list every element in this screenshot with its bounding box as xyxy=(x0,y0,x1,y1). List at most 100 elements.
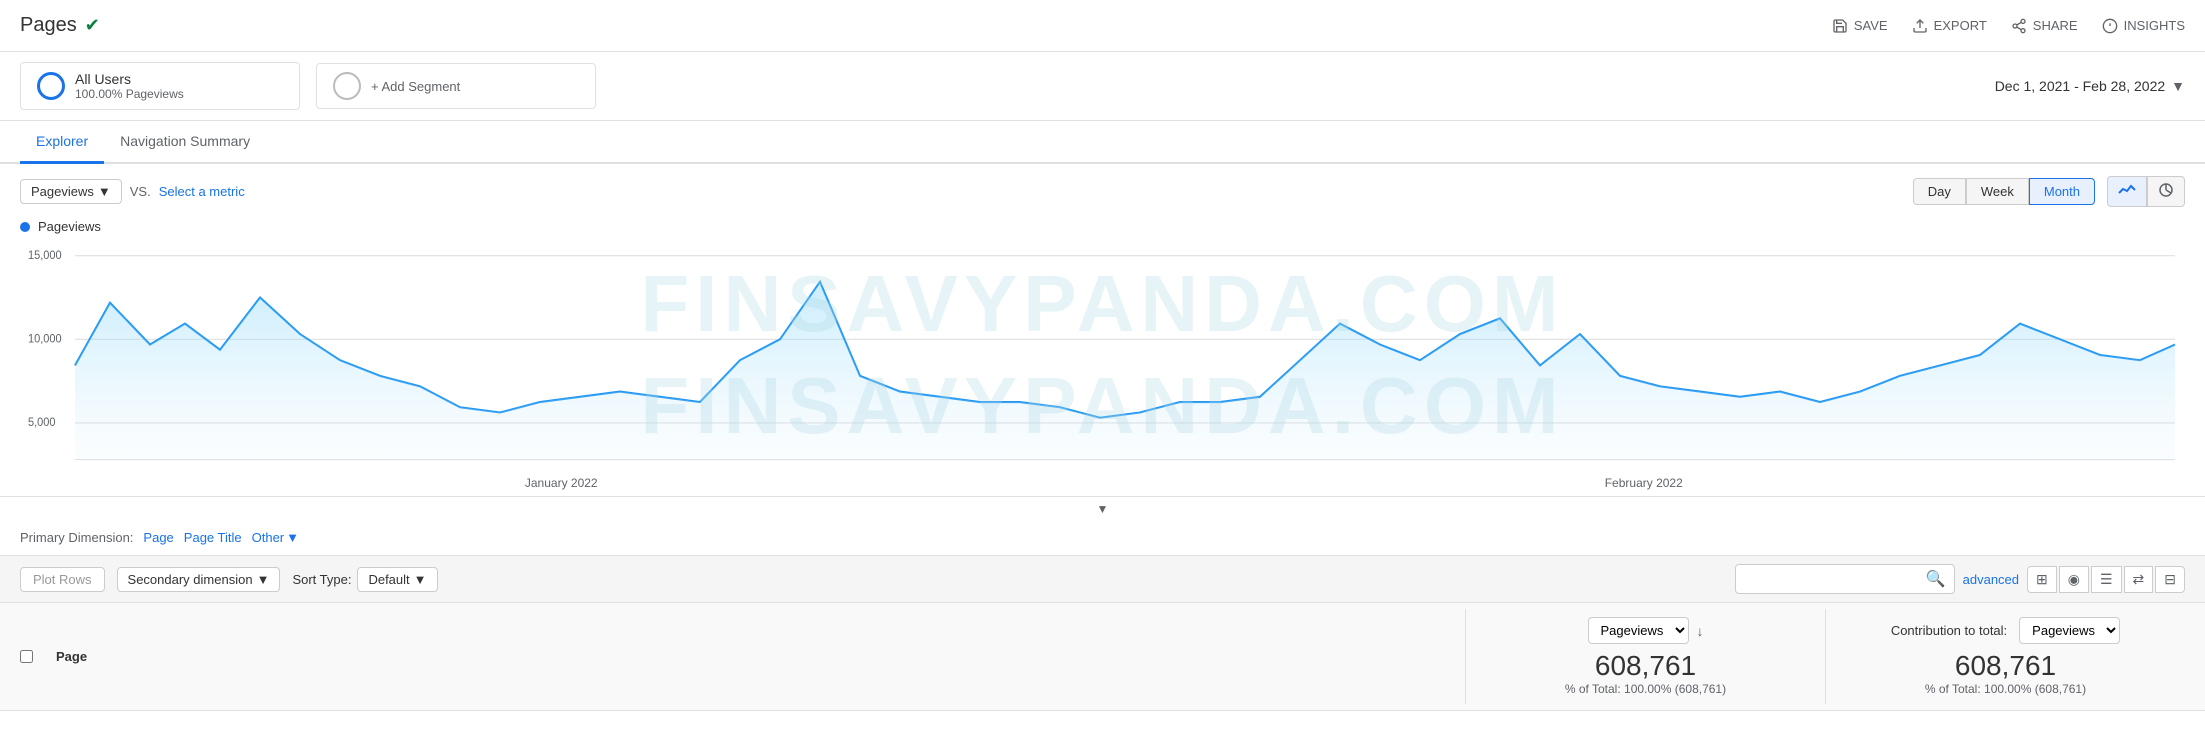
pageviews-total-sub: % of Total: 100.00% (608,761) xyxy=(1482,682,1809,696)
top-bar-left: Pages ✔ xyxy=(20,14,100,37)
all-users-segment[interactable]: All Users 100.00% Pageviews xyxy=(20,62,300,110)
pageviews-total-big: 608,761 xyxy=(1482,650,1809,682)
pageviews-sort-arrow-icon[interactable]: ↓ xyxy=(1697,623,1704,639)
list-view-button[interactable]: ☰ xyxy=(2091,566,2122,593)
tab-explorer-label: Explorer xyxy=(36,133,88,149)
line-chart-icon xyxy=(2118,183,2136,197)
line-chart-button[interactable] xyxy=(2107,176,2147,207)
pageviews-total: 608,761 % of Total: 100.00% (608,761) xyxy=(1482,650,1809,696)
chart-series-label: Pageviews xyxy=(0,219,2205,240)
series-dot-icon xyxy=(20,222,30,232)
segment-bar-left: All Users 100.00% Pageviews + Add Segmen… xyxy=(20,62,596,110)
primary-dimension-bar: Primary Dimension: Page Page Title Other… xyxy=(0,520,2205,556)
table-controls-left: Plot Rows Secondary dimension ▼ Sort Typ… xyxy=(20,567,438,592)
search-input[interactable] xyxy=(1744,572,1926,587)
contribution-label: Contribution to total: xyxy=(1891,623,2007,638)
segment-bar: All Users 100.00% Pageviews + Add Segmen… xyxy=(0,52,2205,121)
tab-navigation-summary-label: Navigation Summary xyxy=(120,133,250,149)
date-range-arrow-icon: ▼ xyxy=(2171,78,2185,94)
chart-dates: January 2022 February 2022 xyxy=(0,470,2205,497)
segment-info: All Users 100.00% Pageviews xyxy=(75,71,184,101)
month-button[interactable]: Month xyxy=(2029,178,2095,205)
sort-default-dropdown[interactable]: Default ▼ xyxy=(357,567,437,592)
sort-dropdown-arrow-icon: ▼ xyxy=(414,572,427,587)
top-bar-right: SAVE EXPORT SHARE INSIGHTS xyxy=(1832,18,2185,34)
dim-other-link[interactable]: Other ▼ xyxy=(252,530,299,545)
add-segment-button[interactable]: + Add Segment xyxy=(316,63,596,109)
svg-text:5,000: 5,000 xyxy=(28,417,56,429)
add-segment-label: + Add Segment xyxy=(371,79,460,94)
compare-view-button[interactable]: ⇄ xyxy=(2124,566,2154,593)
date-label-feb: February 2022 xyxy=(1103,476,2186,490)
col-header-contribution: Contribution to total: Pageviews 608,761… xyxy=(1825,609,2185,704)
contribution-total-sub: % of Total: 100.00% (608,761) xyxy=(1842,682,2169,696)
search-box[interactable]: 🔍 xyxy=(1735,564,1955,594)
save-button[interactable]: SAVE xyxy=(1832,18,1888,34)
sort-default-label: Default xyxy=(368,572,409,587)
col-header-page: Page xyxy=(56,609,1465,704)
primary-dimension-label: Primary Dimension: xyxy=(20,530,133,545)
table-controls: Plot Rows Secondary dimension ▼ Sort Typ… xyxy=(0,556,2205,603)
time-buttons: Day Week Month xyxy=(1913,178,2095,205)
secondary-dim-arrow-icon: ▼ xyxy=(257,572,270,587)
pie-chart-button[interactable] xyxy=(2147,176,2185,207)
insights-icon xyxy=(2102,18,2118,34)
metric-dropdown-arrow-icon: ▼ xyxy=(98,184,111,199)
search-icon[interactable]: 🔍 xyxy=(1926,569,1946,589)
tab-navigation-summary[interactable]: Navigation Summary xyxy=(104,121,266,164)
top-bar: Pages ✔ SAVE EXPORT SHARE INSIGHTS xyxy=(0,0,2205,52)
secondary-dimension-dropdown[interactable]: Secondary dimension ▼ xyxy=(117,567,281,592)
chart-area: 15,000 10,000 5,000 FINSAVYPANDA.COM FIN… xyxy=(0,240,2205,470)
verified-icon: ✔ xyxy=(85,15,100,36)
segment-sublabel: 100.00% Pageviews xyxy=(75,87,184,101)
week-button[interactable]: Week xyxy=(1966,178,2029,205)
metric-dropdown[interactable]: Pageviews ▼ xyxy=(20,179,122,204)
select-all-checkbox[interactable] xyxy=(20,650,33,663)
metric-dropdown-label: Pageviews xyxy=(31,184,94,199)
date-label-jan: January 2022 xyxy=(20,476,1103,490)
grid-view-button[interactable]: ⊞ xyxy=(2027,566,2057,593)
sort-type-label: Sort Type: xyxy=(292,572,351,587)
plot-rows-button: Plot Rows xyxy=(20,567,105,592)
contribution-total-big: 608,761 xyxy=(1842,650,2169,682)
table-header-check xyxy=(20,609,56,704)
export-label: EXPORT xyxy=(1934,18,1987,33)
tab-explorer[interactable]: Explorer xyxy=(20,121,104,164)
share-label: SHARE xyxy=(2033,18,2078,33)
chart-controls-right: Day Week Month xyxy=(1913,176,2185,207)
dim-other-arrow-icon: ▼ xyxy=(286,530,299,545)
pivot-view-button[interactable]: ⊟ xyxy=(2155,566,2185,593)
contribution-total: 608,761 % of Total: 100.00% (608,761) xyxy=(1842,650,2169,696)
select-metric-link[interactable]: Select a metric xyxy=(159,184,245,199)
pageviews-col-controls: Pageviews ↓ xyxy=(1482,617,1809,644)
pie-chart-icon xyxy=(2158,182,2174,198)
insights-button[interactable]: INSIGHTS xyxy=(2102,18,2185,34)
dim-page-link[interactable]: Page xyxy=(143,530,173,545)
advanced-link[interactable]: advanced xyxy=(1963,572,2019,587)
chart-area-fill xyxy=(75,282,2175,460)
save-icon xyxy=(1832,18,1848,34)
share-icon xyxy=(2011,18,2027,34)
svg-text:10,000: 10,000 xyxy=(28,333,62,345)
contribution-metric-select[interactable]: Pageviews xyxy=(2019,617,2120,644)
view-buttons: ⊞ ◉ ☰ ⇄ ⊟ xyxy=(2027,566,2185,593)
export-button[interactable]: EXPORT xyxy=(1912,18,1987,34)
circle-view-button[interactable]: ◉ xyxy=(2059,566,2089,593)
scroll-down-icon: ▼ xyxy=(1097,502,1109,516)
pageviews-metric-select[interactable]: Pageviews xyxy=(1588,617,1689,644)
col-header-pageviews: Pageviews ↓ 608,761 % of Total: 100.00% … xyxy=(1465,609,1825,704)
segment-label: All Users xyxy=(75,71,184,87)
chart-type-buttons xyxy=(2107,176,2185,207)
svg-text:15,000: 15,000 xyxy=(28,250,62,262)
secondary-dimension-label: Secondary dimension xyxy=(128,572,253,587)
series-name: Pageviews xyxy=(38,219,101,234)
day-button[interactable]: Day xyxy=(1913,178,1966,205)
vs-text: VS. xyxy=(130,184,151,199)
chart-controls-left: Pageviews ▼ VS. Select a metric xyxy=(20,179,245,204)
page-title: Pages xyxy=(20,14,77,37)
date-range-picker[interactable]: Dec 1, 2021 - Feb 28, 2022 ▼ xyxy=(1995,78,2185,94)
scroll-indicator[interactable]: ▼ xyxy=(0,497,2205,520)
share-button[interactable]: SHARE xyxy=(2011,18,2078,34)
dim-page-title-link[interactable]: Page Title xyxy=(184,530,242,545)
contribution-col-controls: Contribution to total: Pageviews xyxy=(1842,617,2169,644)
